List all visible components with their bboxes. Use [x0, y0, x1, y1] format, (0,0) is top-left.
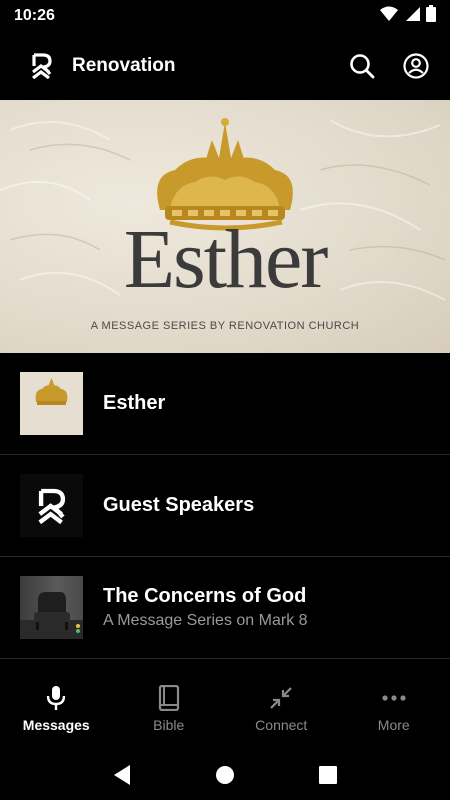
nav-connect[interactable]: Connect — [225, 668, 338, 750]
nav-messages[interactable]: Messages — [0, 668, 113, 750]
list-item[interactable]: Guest Speakers — [0, 455, 450, 557]
app-actions — [348, 52, 430, 80]
wifi-icon — [380, 6, 398, 27]
book-icon — [156, 685, 182, 711]
more-dots-icon — [381, 685, 407, 711]
list-item-title: Guest Speakers — [103, 494, 255, 516]
hero-title: Esther — [123, 213, 329, 306]
battery-icon — [426, 5, 436, 27]
list-item[interactable]: Esther — [0, 353, 450, 455]
back-icon[interactable] — [110, 763, 134, 787]
app-title: Renovation — [72, 55, 176, 76]
account-icon[interactable] — [402, 52, 430, 80]
list-item[interactable]: The Concerns of God A Message Series on … — [0, 557, 450, 659]
list-item-text: Esther — [103, 392, 165, 415]
nav-more[interactable]: More — [338, 668, 450, 750]
esther-thumbnail — [20, 372, 83, 435]
list-item-title: The Concerns of God — [103, 585, 307, 607]
home-icon[interactable] — [213, 763, 237, 787]
status-time: 10:26 — [14, 7, 55, 24]
renovation-logo[interactable] — [20, 44, 64, 88]
connect-arrows-icon — [268, 685, 294, 711]
nav-label: Bible — [153, 717, 185, 733]
recents-icon[interactable] — [316, 763, 340, 787]
status-icons — [380, 5, 436, 27]
bottom-nav: Messages Bible Connect More — [0, 668, 450, 750]
series-list: Esther Guest Speakers The Concerns of Go… — [0, 353, 450, 659]
nav-label: More — [377, 717, 410, 733]
cell-signal-icon — [404, 6, 420, 27]
hero-subtitle: A MESSAGE SERIES BY RENOVATION CHURCH — [90, 320, 360, 332]
list-item-subtitle: A Message Series on Mark 8 — [103, 612, 308, 629]
nav-label: Messages — [22, 717, 90, 733]
list-item-text: Guest Speakers — [103, 494, 254, 517]
microphone-icon — [43, 685, 69, 711]
app-bar: Renovation — [0, 32, 450, 100]
system-nav-bar — [0, 750, 450, 800]
list-item-title: Esther — [103, 392, 166, 414]
nav-bible[interactable]: Bible — [113, 668, 226, 750]
guest-speakers-thumbnail — [20, 474, 83, 537]
list-item-text: The Concerns of God A Message Series on … — [103, 585, 308, 630]
hero-banner[interactable]: Esther A MESSAGE SERIES BY RENOVATION CH… — [0, 100, 450, 353]
status-bar: 10:26 — [0, 0, 450, 32]
nav-label: Connect — [255, 717, 308, 733]
concerns-thumbnail — [20, 576, 83, 639]
search-icon[interactable] — [348, 52, 376, 80]
renovation-logo — [37, 488, 65, 524]
